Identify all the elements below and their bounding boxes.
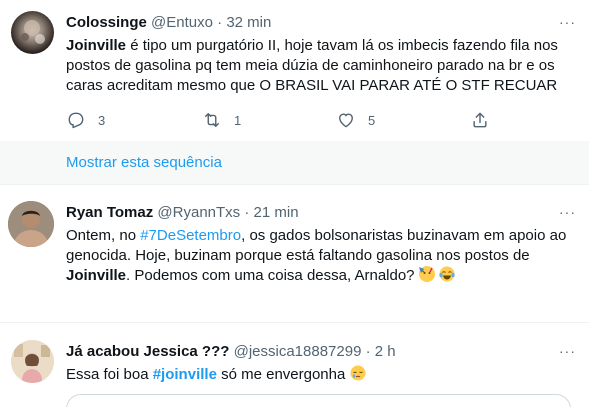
reply-icon	[68, 112, 84, 129]
avatar-image	[8, 201, 54, 247]
avatar-jessica[interactable]	[11, 340, 54, 383]
more-options-button[interactable]: ···	[559, 343, 576, 359]
separator-dot: ·	[217, 14, 223, 31]
separator-dot: ·	[244, 204, 250, 221]
tweet-header: Já acabou Jessica ??? @jessica18887299 ·…	[66, 343, 396, 360]
author-name[interactable]: Colossinge	[66, 14, 147, 31]
tweet-jessica[interactable]: Já acabou Jessica ??? @jessica18887299 ·…	[0, 323, 589, 407]
avatar-image	[21, 20, 45, 44]
retweet-count: 1	[234, 112, 242, 128]
share-button[interactable]	[470, 110, 490, 130]
text-segment: postos de gasolina pq tem meia dúzia de …	[66, 57, 555, 74]
tweet-text: Ontem, no #7DeSetembro, os gados bolsona…	[66, 226, 571, 286]
share-icon	[473, 112, 487, 128]
reply-count: 3	[98, 112, 106, 128]
reply-button[interactable]: 3	[66, 110, 105, 130]
text-segment: genocida. Hoje, buzinam porque está falt…	[66, 247, 530, 264]
tweet-text: Joinville é tipo um purgatório II, hoje …	[66, 36, 571, 96]
retweet-icon	[205, 113, 219, 127]
heart-icon	[339, 113, 353, 128]
hashtag-link[interactable]: #joinville	[153, 366, 217, 383]
show-thread-label[interactable]: Mostrar esta sequência	[66, 154, 222, 171]
text-segment: só me envergonha	[216, 366, 346, 383]
tweet-time[interactable]: 2 h	[375, 343, 396, 360]
text-segment: Essa foi boa	[66, 366, 153, 383]
author-handle[interactable]: @Entuxo	[151, 14, 213, 31]
avatar-ryan-tomaz[interactable]	[8, 201, 54, 247]
retweet-button[interactable]: 1	[202, 110, 241, 130]
reply-preview-box[interactable]	[66, 394, 571, 407]
tears-of-joy-emoji	[439, 266, 455, 282]
tweet-time[interactable]: 21 min	[254, 204, 299, 221]
tweet-header: Ryan Tomaz @RyannTxs · 21 min	[66, 204, 299, 221]
avatar-colossinge[interactable]	[11, 11, 54, 54]
tweet-header: Colossinge @Entuxo · 32 min	[66, 14, 271, 31]
tweet-actions: 3 1 5	[66, 110, 496, 130]
like-button[interactable]: 5	[336, 110, 375, 130]
tweet-time[interactable]: 32 min	[226, 14, 271, 31]
author-name[interactable]: Já acabou Jessica ???	[66, 343, 229, 360]
more-options-button[interactable]: ···	[559, 204, 576, 220]
avatar-image	[11, 340, 54, 383]
author-name[interactable]: Ryan Tomaz	[66, 204, 153, 221]
tweet-text: Essa foi boa #joinville só me envergonha	[66, 365, 571, 385]
text-segment: é tipo um purgatório II, hoje tavam lá o…	[126, 37, 558, 54]
text-segment: , os gados bolsonaristas buzinavam em ap…	[241, 227, 567, 244]
more-options-button[interactable]: ···	[559, 14, 576, 30]
like-count: 5	[368, 112, 376, 128]
author-handle[interactable]: @RyannTxs	[157, 204, 240, 221]
text-segment: caras acreditam mesmo que O BRASIL VAI P…	[66, 77, 558, 94]
show-thread-link[interactable]: Mostrar esta sequência	[0, 141, 589, 185]
text-segment: Ontem, no	[66, 227, 141, 244]
author-handle[interactable]: @jessica18887299	[234, 343, 362, 360]
party-face-emoji	[418, 266, 435, 282]
bold-keyword: Joinville	[66, 267, 127, 284]
tweet-colossinge[interactable]: Colossinge @Entuxo · 32 min ··· Joinvill…	[0, 0, 589, 141]
text-segment: . Podemos com uma coisa dessa, Arnaldo?	[126, 267, 415, 284]
bold-keyword: Joinville	[66, 37, 127, 54]
sleepy-face-emoji	[350, 365, 366, 381]
separator-dot: ·	[365, 343, 371, 360]
tweet-ryan-tomaz[interactable]: Ryan Tomaz @RyannTxs · 21 min ··· Ontem,…	[0, 186, 589, 322]
hashtag-link[interactable]: #7DeSetembro	[140, 227, 241, 244]
